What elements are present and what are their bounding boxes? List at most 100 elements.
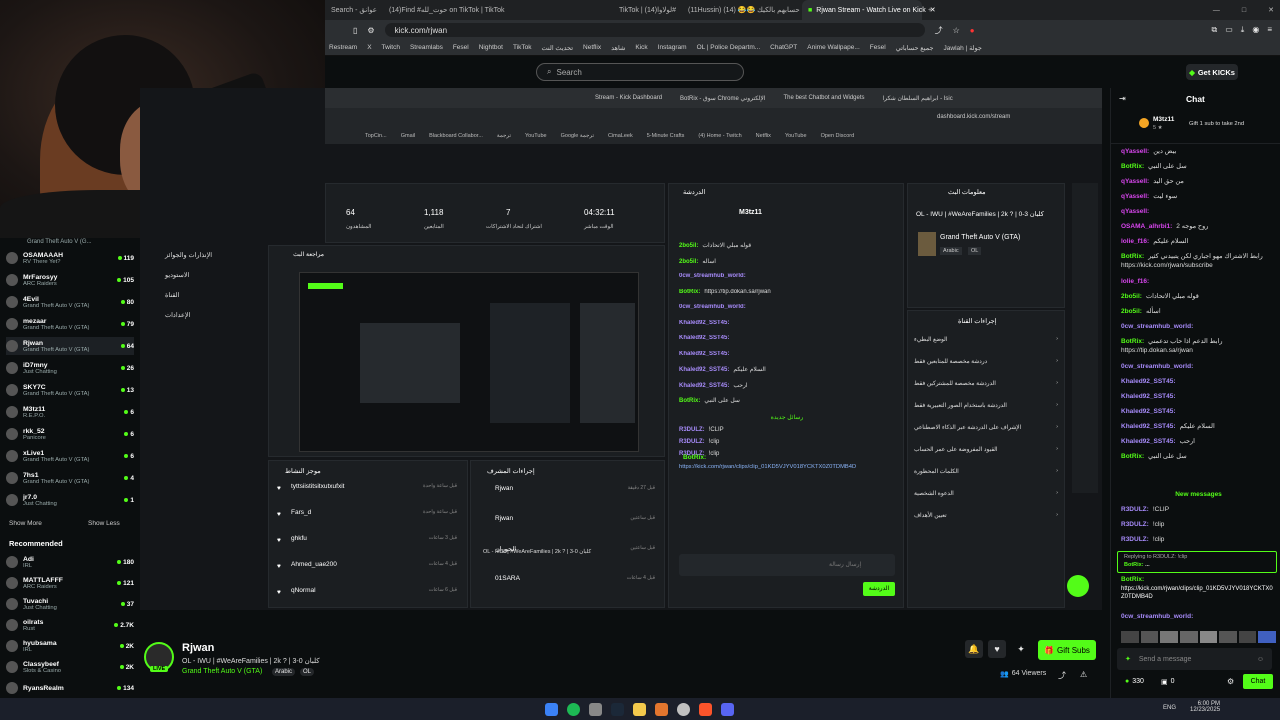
chat-username[interactable]: 0cw_streamhub_world: bbox=[1121, 363, 1193, 370]
tune-icon[interactable]: ⚙ bbox=[367, 26, 374, 35]
bookmark-item[interactable]: Fesel bbox=[453, 44, 469, 51]
minimize-icon[interactable]: — bbox=[1213, 7, 1220, 14]
sidebar-channel[interactable]: OSAMAAAH RV There Yet? 119 bbox=[6, 249, 134, 267]
chat-username[interactable]: qYassell: bbox=[1121, 193, 1149, 200]
chat-username[interactable]: BotRix: bbox=[1121, 163, 1144, 170]
browser-tab[interactable]: (11Hussin) حسابهم بالكيك 😂😂 (14) bbox=[682, 0, 802, 20]
extensions-icon[interactable]: ⧉ bbox=[1212, 25, 1218, 35]
chat-username[interactable]: lolie_f16: bbox=[1121, 238, 1149, 245]
heart-icon[interactable]: ♥ bbox=[988, 640, 1006, 658]
bookmark-item[interactable]: Streamlabs bbox=[410, 44, 443, 51]
chat-username[interactable]: BotRix: bbox=[1121, 253, 1144, 260]
recommended-channel[interactable]: oilrats Rust 2.7K bbox=[6, 616, 134, 634]
report-icon[interactable]: ⚠ bbox=[1080, 670, 1087, 679]
emoji-icon[interactable]: ☺ bbox=[1257, 656, 1264, 663]
language-indicator[interactable]: ENG bbox=[1163, 705, 1176, 711]
stream-tag[interactable]: Arabic bbox=[272, 668, 296, 676]
bookmark-item[interactable]: X bbox=[367, 44, 371, 51]
bookmark-icon[interactable]: ▯ bbox=[353, 26, 357, 35]
sidebar-channel[interactable]: xLive1 Grand Theft Auto V (GTA) 6 bbox=[6, 447, 134, 465]
chat-username[interactable]: 0cw_streamhub_world: bbox=[1121, 323, 1193, 330]
bookmark-item[interactable]: TikTok bbox=[513, 44, 532, 51]
chat-input[interactable]: ✦ Send a message ☺ bbox=[1117, 648, 1272, 670]
search-input[interactable]: ⌕ Search bbox=[536, 63, 744, 81]
recommended-channel[interactable]: RyansRealm 134 bbox=[6, 679, 134, 697]
bookmark-item[interactable]: ChatGPT bbox=[770, 44, 797, 51]
bookmark-item[interactable]: Nightbot bbox=[479, 44, 503, 51]
brave-icon[interactable] bbox=[699, 703, 712, 716]
bookmark-item[interactable]: Fesel bbox=[870, 44, 886, 51]
recommended-channel[interactable]: hyubsama IRL 2K bbox=[6, 637, 134, 655]
stream-video[interactable]: Stream - Kick Dashboard BotRix - سوق Chr… bbox=[140, 88, 1102, 610]
sidebar-channel[interactable]: M3tz11 R.E.P.O. 6 bbox=[6, 403, 134, 421]
bookmark-item[interactable]: Netflix bbox=[583, 44, 601, 51]
browser-tab[interactable]: Search - عوانق bbox=[325, 0, 383, 20]
points-counter[interactable]: ● 330 bbox=[1125, 678, 1144, 685]
chat-username[interactable]: 2bo5il: bbox=[1121, 308, 1142, 315]
chat-username[interactable]: Khaled92_SST45: bbox=[1121, 393, 1176, 400]
kick-emote-icon[interactable]: ✦ bbox=[1125, 655, 1131, 663]
get-kicks-button[interactable]: ◆ Get KICKs bbox=[1186, 64, 1238, 80]
browser-tab-active[interactable]: ■ Rjwan Stream - Watch Live on Kick ✕ bbox=[802, 0, 936, 20]
chat-username[interactable]: 0cw_streamhub_world: bbox=[1121, 613, 1193, 620]
recommended-channel[interactable]: Tuvachi Just Chatting 37 bbox=[6, 595, 134, 613]
profile-icon[interactable]: ◉ bbox=[1252, 25, 1259, 35]
bookmark-item[interactable]: Instagram bbox=[658, 44, 687, 51]
chat-username[interactable]: BotRix: bbox=[1121, 338, 1144, 345]
share-stream-icon[interactable]: ⤴ bbox=[1058, 670, 1066, 681]
stream-tag[interactable]: OL bbox=[300, 668, 315, 676]
sidebar-channel[interactable]: Rjwan Grand Theft Auto V (GTA) 64 bbox=[6, 337, 134, 355]
menu-icon[interactable]: ≡ bbox=[1267, 25, 1272, 35]
chat-username[interactable]: qYassell: bbox=[1121, 148, 1149, 155]
chat-username[interactable]: qYassell: bbox=[1121, 208, 1149, 215]
sidebar-channel[interactable]: mezaar Grand Theft Auto V (GTA) 79 bbox=[6, 315, 134, 333]
gift-subs-button[interactable]: 🎁 Gift Subs bbox=[1038, 640, 1096, 660]
chat-username[interactable]: R3DULZ: bbox=[1121, 506, 1149, 513]
sidebar-channel[interactable]: MrFarosyy ARC Raiders 105 bbox=[6, 271, 134, 289]
bookmark-item[interactable]: Twitch bbox=[382, 44, 400, 51]
sparkle-icon[interactable]: ✦ bbox=[1012, 640, 1030, 658]
chat-username[interactable]: Khaled92_SST45: bbox=[1121, 378, 1176, 385]
bookmark-item[interactable]: جميع حساباتي bbox=[896, 44, 934, 52]
bookmark-item[interactable]: OL | Police Departm... bbox=[697, 44, 761, 51]
sidebar-channel[interactable]: 7hs1 Grand Theft Auto V (GTA) 4 bbox=[6, 469, 134, 487]
bookmark-item[interactable]: Jawlah | جولة bbox=[944, 44, 982, 52]
file-explorer-icon[interactable] bbox=[633, 703, 646, 716]
sidebar-channel[interactable]: iD7mny Just Chatting 26 bbox=[6, 359, 134, 377]
clip-link[interactable]: https://kick.com/rjwan/clips/clip_01KD5V… bbox=[1121, 585, 1276, 601]
gift-banner[interactable]: Gift 1 sub to take 2nd bbox=[1189, 121, 1244, 127]
extension-icon[interactable]: ● bbox=[970, 26, 975, 35]
show-less-button[interactable]: Show Less bbox=[88, 520, 120, 527]
chat-username[interactable]: BotRix: bbox=[1121, 576, 1144, 583]
url-field[interactable]: kick.com/rjwan bbox=[384, 23, 925, 37]
download-icon[interactable]: ⤓ bbox=[1241, 25, 1245, 35]
recommended-channel[interactable]: MATTLAFFF ARC Raiders 121 bbox=[6, 574, 134, 592]
chat-username[interactable]: Khaled92_SST45: bbox=[1121, 423, 1176, 430]
sidebar-channel[interactable]: SKY7C Grand Theft Auto V (GTA) 13 bbox=[6, 381, 134, 399]
chat-username[interactable]: Khaled92_SST45: bbox=[1121, 408, 1176, 415]
notification-bell-icon[interactable]: 🔔 bbox=[965, 640, 983, 658]
chat-username[interactable]: lolie_f16: bbox=[1121, 278, 1149, 285]
chrome-icon[interactable] bbox=[677, 703, 690, 716]
chat-username[interactable]: R3DULZ: bbox=[1121, 536, 1149, 543]
steam-icon[interactable] bbox=[611, 703, 624, 716]
share-icon[interactable]: ⤴ bbox=[935, 25, 943, 36]
chat-username[interactable]: OSAMA_alhrbi1: bbox=[1121, 223, 1172, 230]
spotify-icon[interactable] bbox=[567, 703, 580, 716]
browser-tab[interactable]: (14)Find #حوت_لله on TikTok | TikTok bbox=[383, 0, 533, 20]
stream-category[interactable]: Grand Theft Auto V (GTA) bbox=[182, 668, 262, 675]
sidebar-channel[interactable]: 4Evil Grand Theft Auto V (GTA) 80 bbox=[6, 293, 134, 311]
bits-counter[interactable]: ▣ 0 bbox=[1161, 678, 1175, 686]
chat-username[interactable]: Khaled92_SST45: bbox=[1121, 438, 1176, 445]
new-tab-button[interactable]: + bbox=[922, 0, 938, 20]
chat-username[interactable]: R3DULZ: bbox=[1121, 521, 1149, 528]
recommended-channel[interactable]: Adi IRL 180 bbox=[6, 553, 134, 571]
star-icon[interactable]: ☆ bbox=[953, 26, 960, 35]
browser-tab[interactable]: TikTok | (14)لولاوا# bbox=[613, 0, 682, 20]
bookmark-item[interactable]: Kick bbox=[635, 44, 647, 51]
vlc-icon[interactable] bbox=[655, 703, 668, 716]
collapse-chat-icon[interactable]: ⇥ bbox=[1119, 94, 1126, 103]
chat-username[interactable]: 2bo5il: bbox=[1121, 293, 1142, 300]
chat-username[interactable]: qYassell: bbox=[1121, 178, 1149, 185]
bookmark-item[interactable]: تحديث النت bbox=[542, 44, 574, 52]
